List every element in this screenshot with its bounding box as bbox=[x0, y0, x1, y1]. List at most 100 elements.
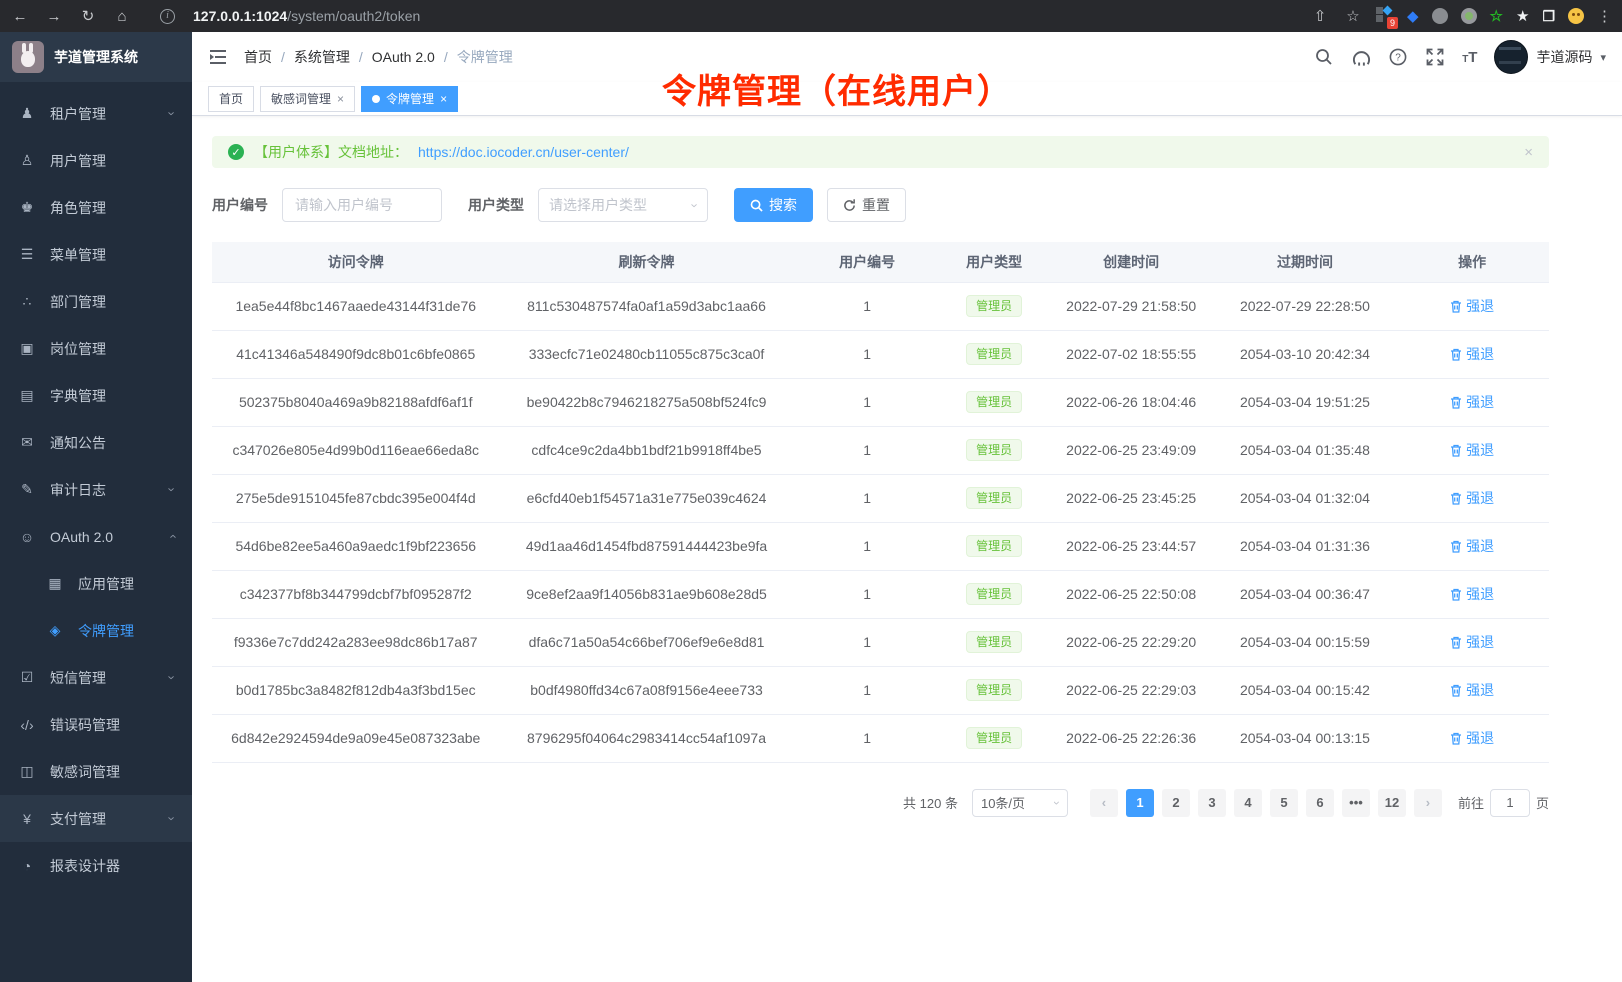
browser-home-icon[interactable]: ⌂ bbox=[112, 8, 132, 25]
sidebar-item-payment[interactable]: ¥ 支付管理 › bbox=[0, 795, 192, 842]
github-icon[interactable] bbox=[1351, 47, 1371, 67]
extension-circle-icon[interactable] bbox=[1432, 8, 1448, 24]
prev-page-button[interactable]: ‹ bbox=[1090, 789, 1118, 817]
sidebar-item-tenant[interactable]: ♟ 租户管理 › bbox=[0, 90, 192, 137]
sidebar-menu: ♟ 租户管理 › ♙ 用户管理 ♚ 角色管理 ☰ 菜单管理 ∴ 部门管理 ▣ bbox=[0, 82, 192, 889]
help-icon[interactable]: ? bbox=[1388, 47, 1408, 67]
page-button-4[interactable]: 4 bbox=[1234, 789, 1262, 817]
user-id-cell: 1 bbox=[794, 282, 941, 330]
user-id-cell: 1 bbox=[794, 618, 941, 666]
created-cell: 2022-07-29 21:58:50 bbox=[1048, 282, 1215, 330]
page-button-3[interactable]: 3 bbox=[1198, 789, 1226, 817]
user-type-badge: 管理员 bbox=[966, 679, 1022, 701]
goto-page-input[interactable] bbox=[1490, 789, 1530, 817]
page-button-2[interactable]: 2 bbox=[1162, 789, 1190, 817]
sidebar-item-error-code[interactable]: ‹/› 错误码管理 bbox=[0, 701, 192, 748]
browser-reload-icon[interactable]: ↻ bbox=[78, 7, 98, 25]
expires-cell: 2054-03-04 19:51:25 bbox=[1215, 378, 1395, 426]
fullscreen-icon[interactable] bbox=[1425, 47, 1445, 67]
close-icon[interactable]: × bbox=[337, 92, 344, 106]
more-pages-button[interactable]: ••• bbox=[1342, 789, 1370, 817]
user-type-select[interactable]: 请选择用户类型› bbox=[538, 188, 708, 222]
sidebar-item-user[interactable]: ♙ 用户管理 bbox=[0, 137, 192, 184]
refresh-token-cell: e6cfd40eb1f54571a31e775e039c4624 bbox=[499, 474, 793, 522]
user-id-input[interactable] bbox=[282, 188, 442, 222]
bookmark-star-icon[interactable]: ☆ bbox=[1343, 7, 1363, 25]
extension-diamond bbox=[1383, 6, 1393, 16]
browser-forward-icon[interactable]: → bbox=[44, 8, 64, 25]
breadcrumb-separator: / bbox=[281, 49, 285, 65]
page-button-1[interactable]: 1 bbox=[1126, 789, 1154, 817]
sidebar-item-sensitive-word[interactable]: ◫ 敏感词管理 bbox=[0, 748, 192, 795]
sidebar-item-role[interactable]: ♚ 角色管理 bbox=[0, 184, 192, 231]
breadcrumb-system[interactable]: 系统管理 bbox=[294, 47, 350, 67]
sidebar-item-department[interactable]: ∴ 部门管理 bbox=[0, 278, 192, 325]
force-logout-button[interactable]: 强退 bbox=[1450, 632, 1494, 652]
sidebar-item-oauth[interactable]: ☺ OAuth 2.0 › bbox=[0, 513, 192, 560]
force-logout-button[interactable]: 强退 bbox=[1450, 392, 1494, 412]
force-logout-button[interactable]: 强退 bbox=[1450, 488, 1494, 508]
sidebar-item-application[interactable]: ▦ 应用管理 bbox=[0, 560, 192, 607]
extension-badge: 9 bbox=[1387, 17, 1398, 29]
sidebar-item-dict[interactable]: ▤ 字典管理 bbox=[0, 372, 192, 419]
record-extension-icon[interactable] bbox=[1461, 8, 1477, 24]
force-logout-button[interactable]: 强退 bbox=[1450, 440, 1494, 460]
sidebar-item-menu[interactable]: ☰ 菜单管理 bbox=[0, 231, 192, 278]
page-button-5[interactable]: 5 bbox=[1270, 789, 1298, 817]
browser-toolbar: ← → ↻ ⌂ i 127.0.0.1:1024/system/oauth2/t… bbox=[0, 0, 1622, 32]
browser-back-icon[interactable]: ← bbox=[10, 8, 30, 25]
sidebar-item-audit-log[interactable]: ✎ 审计日志 › bbox=[0, 466, 192, 513]
page-button-6[interactable]: 6 bbox=[1306, 789, 1334, 817]
close-icon[interactable]: × bbox=[440, 92, 447, 106]
force-logout-button[interactable]: 强退 bbox=[1450, 296, 1494, 316]
user-type-badge: 管理员 bbox=[966, 727, 1022, 749]
star-extension-icon[interactable]: ★ bbox=[1516, 7, 1529, 25]
action-cell: 强退 bbox=[1395, 618, 1549, 666]
action-cell: 强退 bbox=[1395, 570, 1549, 618]
site-info-icon[interactable]: i bbox=[160, 9, 175, 24]
sidebar-item-post[interactable]: ▣ 岗位管理 bbox=[0, 325, 192, 372]
browser-menu-icon[interactable]: ⋮ bbox=[1597, 7, 1612, 25]
access-token-cell: c347026e805e4d99b0d116eae66eda8c bbox=[212, 426, 499, 474]
force-logout-button[interactable]: 强退 bbox=[1450, 584, 1494, 604]
sidebar-item-notice[interactable]: ✉ 通知公告 bbox=[0, 419, 192, 466]
address-bar[interactable]: 127.0.0.1:1024/system/oauth2/token bbox=[193, 8, 1296, 24]
created-cell: 2022-07-02 18:55:55 bbox=[1048, 330, 1215, 378]
user-id-cell: 1 bbox=[794, 570, 941, 618]
refresh-token-cell: 8796295f04064c2983414cc54af1097a bbox=[499, 714, 793, 762]
force-logout-button[interactable]: 强退 bbox=[1450, 680, 1494, 700]
doc-link[interactable]: https://doc.iocoder.cn/user-center/ bbox=[418, 144, 629, 160]
sidebar-toggle-extension-icon[interactable]: ❐ bbox=[1542, 8, 1555, 25]
page-button-12[interactable]: 12 bbox=[1378, 789, 1406, 817]
sidebar-item-token[interactable]: ◈ 令牌管理 bbox=[0, 607, 192, 654]
user-menu[interactable]: 芋道源码 ▾ bbox=[1494, 40, 1606, 74]
alert-close-icon[interactable]: × bbox=[1524, 144, 1533, 161]
user-type-label: 用户类型 bbox=[468, 195, 524, 215]
search-button[interactable]: 搜索 bbox=[734, 188, 813, 222]
table-row: 41c41346a548490f9dc8b01c6bfe0865 333ecfc… bbox=[212, 330, 1549, 378]
breadcrumb-oauth[interactable]: OAuth 2.0 bbox=[372, 49, 435, 65]
force-logout-button[interactable]: 强退 bbox=[1450, 344, 1494, 364]
page-size-select[interactable]: 10条/页› bbox=[972, 789, 1068, 817]
sidebar-item-sms[interactable]: ☑ 短信管理 › bbox=[0, 654, 192, 701]
force-logout-button[interactable]: 强退 bbox=[1450, 536, 1494, 556]
action-cell: 强退 bbox=[1395, 378, 1549, 426]
url-host: 127.0.0.1:1024 bbox=[193, 8, 287, 24]
font-size-icon[interactable]: TT bbox=[1462, 49, 1477, 66]
reset-button[interactable]: 重置 bbox=[827, 188, 906, 222]
green-star-extension-icon[interactable]: ☆ bbox=[1490, 7, 1503, 25]
next-page-button[interactable]: › bbox=[1414, 789, 1442, 817]
app-logo[interactable]: 芋道管理系统 bbox=[0, 32, 192, 82]
profile-emoji-icon[interactable] bbox=[1568, 8, 1584, 24]
hamburger-icon[interactable] bbox=[208, 47, 228, 67]
tab-sensitive-word[interactable]: 敏感词管理× bbox=[260, 86, 355, 112]
breadcrumb-home[interactable]: 首页 bbox=[244, 47, 272, 67]
sidebar-item-report-designer[interactable]: ◔ 报表设计器 bbox=[0, 842, 192, 889]
tab-token[interactable]: 令牌管理× bbox=[361, 86, 458, 112]
force-logout-button[interactable]: 强退 bbox=[1450, 728, 1494, 748]
tab-home[interactable]: 首页 bbox=[208, 86, 254, 112]
gem-extension-icon[interactable]: ◆ bbox=[1407, 7, 1419, 25]
search-icon[interactable] bbox=[1314, 47, 1334, 67]
extensions-icon[interactable]: 9 bbox=[1376, 7, 1394, 25]
share-icon[interactable]: ⇧ bbox=[1310, 7, 1330, 25]
